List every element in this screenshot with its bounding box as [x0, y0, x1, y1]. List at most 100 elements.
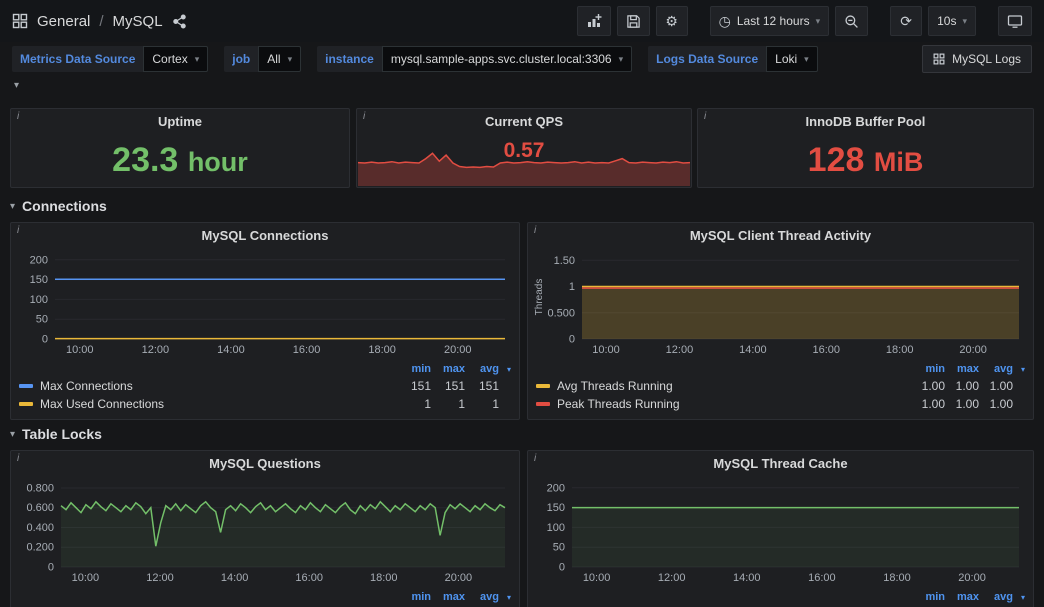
row-header-table-locks[interactable]: ▾ Table Locks	[10, 426, 102, 442]
legend-max-value: 151	[431, 379, 465, 393]
info-icon[interactable]: i	[534, 453, 536, 464]
legend-row: Peak Threads Running 1.00 1.00 1.00	[536, 395, 1025, 413]
panel-title[interactable]: MySQL Thread Cache	[528, 451, 1033, 475]
breadcrumb: General / MySQL	[12, 13, 187, 30]
questions-chart[interactable]: 00.2000.4000.6000.80010:0012:0014:0016:0…	[15, 475, 515, 587]
series-swatch	[536, 384, 550, 388]
variable-label: Logs Data Source	[648, 46, 766, 72]
legend-sort-max[interactable]: max	[431, 591, 465, 603]
instance-dropdown[interactable]: mysql.sample-apps.svc.cluster.local:3306…	[382, 46, 632, 72]
svg-text:0.400: 0.400	[26, 522, 54, 534]
logs-datasource-dropdown[interactable]: Loki ▾	[766, 46, 818, 72]
svg-text:0.500: 0.500	[547, 307, 575, 319]
legend-sort-min[interactable]: min	[911, 363, 945, 375]
panel-title[interactable]: Uptime	[11, 109, 349, 133]
refresh-button[interactable]: ⟳	[890, 6, 922, 36]
info-icon[interactable]: i	[704, 111, 706, 122]
breadcrumb-dashboard[interactable]: MySQL	[113, 13, 163, 30]
svg-text:150: 150	[547, 502, 565, 514]
chevron-down-icon: ▾	[10, 429, 15, 440]
svg-text:100: 100	[30, 294, 48, 306]
add-panel-button[interactable]	[577, 6, 611, 36]
svg-text:0: 0	[48, 562, 54, 574]
legend: min max avg ▾	[528, 589, 1033, 605]
uptime-value: 23.3 hour	[112, 143, 248, 177]
legend-sort-avg[interactable]: avg	[465, 591, 499, 603]
series-label[interactable]: Max Connections	[40, 379, 397, 393]
legend-avg-value: 1	[465, 397, 499, 411]
panel-mysql-connections: i MySQL Connections 05010015020010:0012:…	[10, 222, 520, 420]
time-range-picker[interactable]: ◷ Last 12 hours ▾	[710, 6, 829, 36]
metrics-datasource-dropdown[interactable]: Cortex ▾	[143, 46, 208, 72]
dashboards-grid-icon[interactable]	[12, 13, 28, 29]
breadcrumb-folder[interactable]: General	[37, 13, 90, 30]
gear-icon: ⚙	[665, 14, 678, 28]
svg-text:0.800: 0.800	[26, 482, 54, 494]
breadcrumb-separator: /	[99, 13, 103, 30]
dashboard-variables: Metrics Data Source Cortex ▾ job All ▾ i…	[12, 44, 1032, 74]
save-dashboard-button[interactable]	[617, 6, 650, 36]
svg-text:12:00: 12:00	[658, 572, 686, 584]
legend-sort-caret-icon[interactable]: ▾	[1013, 593, 1025, 602]
svg-text:12:00: 12:00	[146, 572, 174, 584]
svg-text:Threads: Threads	[534, 279, 545, 316]
svg-text:16:00: 16:00	[813, 344, 841, 356]
cycle-view-button[interactable]	[998, 6, 1032, 36]
legend-sort-avg[interactable]: avg	[979, 591, 1013, 603]
legend-min-value: 1	[397, 397, 431, 411]
panel-title[interactable]: MySQL Connections	[11, 223, 519, 247]
series-swatch	[19, 402, 33, 406]
connections-chart[interactable]: 05010015020010:0012:0014:0016:0018:0020:…	[15, 247, 515, 359]
info-icon[interactable]: i	[534, 225, 536, 236]
zoom-out-button[interactable]	[835, 6, 868, 36]
thread-activity-chart[interactable]: 00.50011.5010:0012:0014:0016:0018:0020:0…	[532, 247, 1029, 359]
row-collapse-chevron-icon[interactable]: ▾	[14, 80, 19, 91]
svg-text:20:00: 20:00	[444, 344, 472, 356]
legend-sort-avg[interactable]: avg	[979, 363, 1013, 375]
legend: min max avg ▾ Avg Threads Running 1.00 1…	[528, 361, 1033, 413]
info-icon[interactable]: i	[363, 111, 365, 122]
legend-sort-min[interactable]: min	[397, 591, 431, 603]
thread-cache-chart[interactable]: 05010015020010:0012:0014:0016:0018:0020:…	[532, 475, 1029, 587]
share-icon[interactable]	[172, 14, 187, 29]
legend-sort-caret-icon[interactable]: ▾	[499, 593, 511, 602]
svg-text:200: 200	[547, 482, 565, 494]
legend-sort-max[interactable]: max	[431, 363, 465, 375]
legend-avg-value: 151	[465, 379, 499, 393]
legend: min max avg ▾	[11, 589, 519, 605]
panel-title[interactable]: MySQL Questions	[11, 451, 519, 475]
grafana-dashboard: General / MySQL ⚙ ◷	[0, 0, 1044, 607]
panel-title[interactable]: MySQL Client Thread Activity	[528, 223, 1033, 247]
variable-metrics-datasource: Metrics Data Source Cortex ▾	[12, 46, 208, 72]
legend-sort-min[interactable]: min	[397, 363, 431, 375]
legend-sort-caret-icon[interactable]: ▾	[499, 365, 511, 374]
info-icon[interactable]: i	[17, 225, 19, 236]
job-dropdown[interactable]: All ▾	[258, 46, 301, 72]
legend-sort-avg[interactable]: avg	[465, 363, 499, 375]
row-header-connections[interactable]: ▾ Connections	[10, 198, 107, 214]
legend-sort-max[interactable]: max	[945, 363, 979, 375]
info-icon[interactable]: i	[17, 453, 19, 464]
navbar: General / MySQL ⚙ ◷	[0, 0, 1044, 42]
svg-text:16:00: 16:00	[293, 344, 321, 356]
series-label[interactable]: Peak Threads Running	[557, 397, 911, 411]
legend-header: min max avg ▾	[536, 361, 1025, 377]
legend-sort-min[interactable]: min	[911, 591, 945, 603]
series-label[interactable]: Max Used Connections	[40, 397, 397, 411]
variable-label: instance	[317, 46, 382, 72]
info-icon[interactable]: i	[17, 111, 19, 122]
legend-sort-caret-icon[interactable]: ▾	[1013, 365, 1025, 374]
dashboard-settings-button[interactable]: ⚙	[656, 6, 688, 36]
series-label[interactable]: Avg Threads Running	[557, 379, 911, 393]
legend-sort-max[interactable]: max	[945, 591, 979, 603]
panel-title[interactable]: InnoDB Buffer Pool	[698, 109, 1033, 133]
legend-max-value: 1.00	[945, 379, 979, 393]
svg-text:10:00: 10:00	[66, 344, 94, 356]
svg-text:50: 50	[36, 314, 48, 326]
svg-text:100: 100	[547, 522, 565, 534]
mysql-logs-button[interactable]: MySQL Logs	[922, 45, 1032, 73]
svg-text:14:00: 14:00	[217, 344, 245, 356]
panel-title[interactable]: Current QPS	[357, 109, 691, 133]
refresh-interval-dropdown[interactable]: 10s ▾	[928, 6, 976, 36]
refresh-icon: ⟳	[900, 14, 912, 28]
